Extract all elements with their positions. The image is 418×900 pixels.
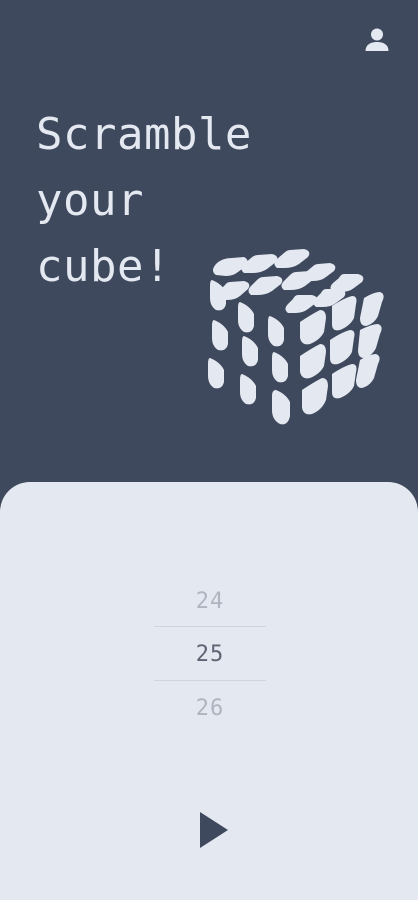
picker-option-selected[interactable]: 25 (152, 627, 268, 681)
play-button[interactable] (188, 804, 240, 856)
title-line: your (36, 175, 144, 226)
title-line: Scramble (36, 109, 252, 160)
rubiks-cube-icon (208, 249, 384, 425)
play-icon (200, 812, 228, 848)
account-button[interactable] (360, 22, 394, 56)
picker-option-previous[interactable]: 24 (152, 574, 268, 628)
account-icon (365, 28, 389, 51)
scramble-length-picker[interactable]: 24 25 26 (152, 574, 268, 734)
header-area: Scramble your cube! (0, 0, 418, 484)
picker-option-next[interactable]: 26 (152, 681, 268, 735)
